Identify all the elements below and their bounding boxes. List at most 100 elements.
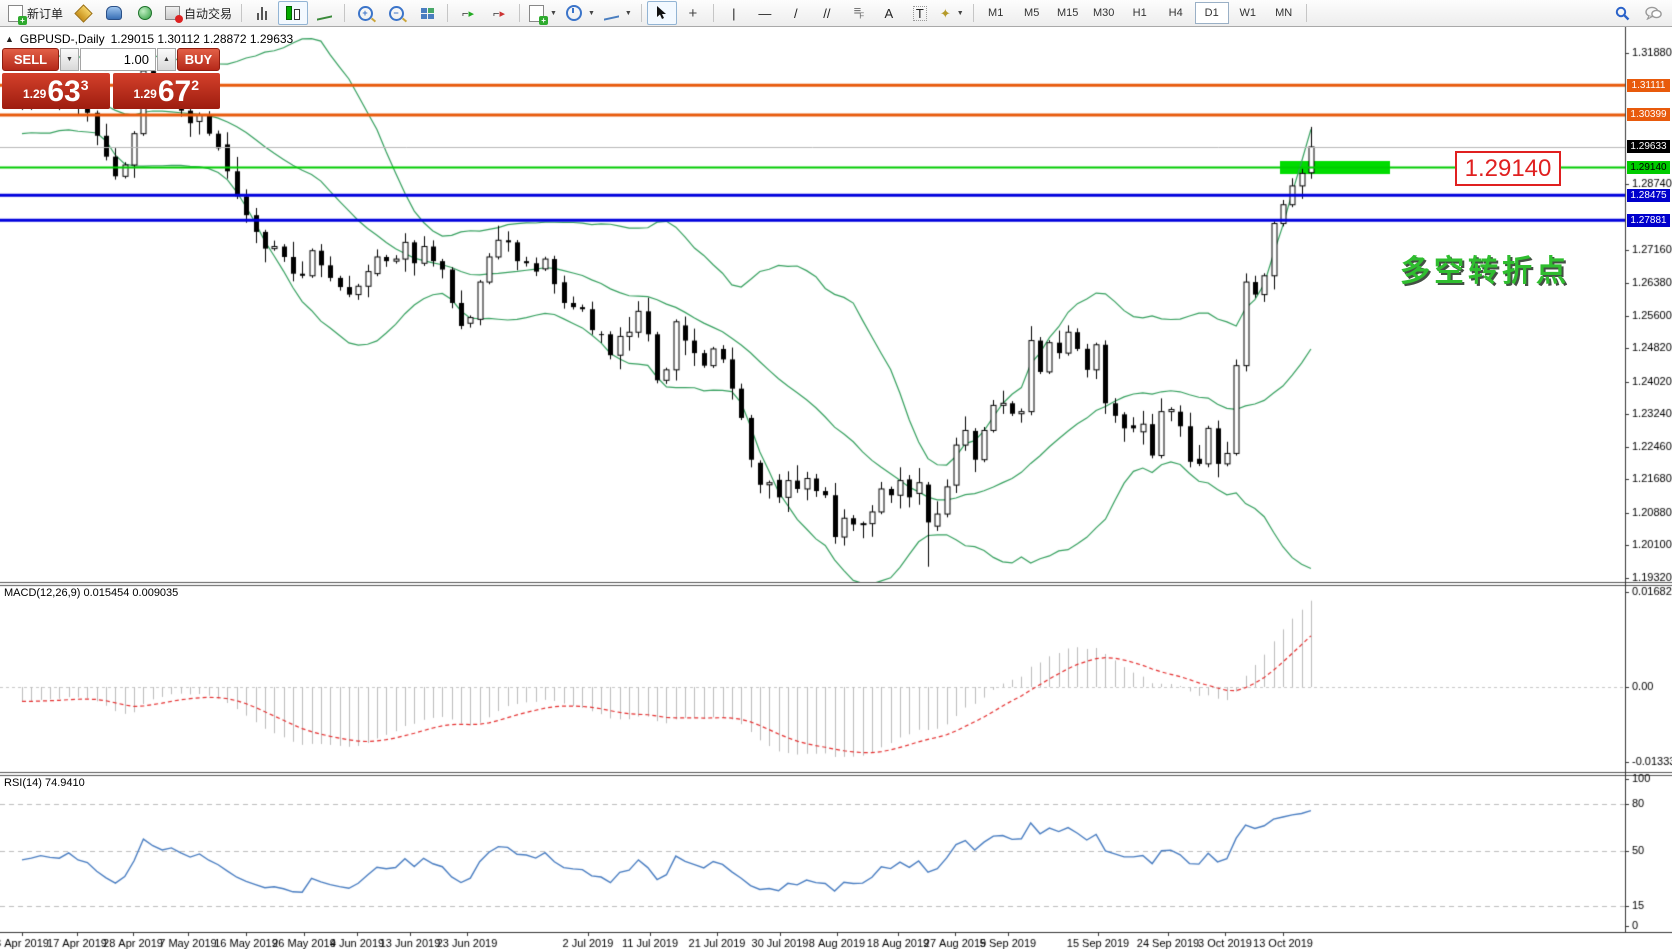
timeframe-m5[interactable]: M5: [1015, 2, 1049, 24]
signals-icon: [138, 6, 152, 20]
separator: [344, 4, 345, 22]
separator: [973, 4, 974, 22]
new-order-icon: +: [8, 5, 23, 22]
price-annotation-box[interactable]: 1.29140: [1455, 151, 1561, 186]
buy-price-big: 67: [158, 78, 191, 106]
ohlc-values: 1.29015 1.30112 1.28872 1.29633: [111, 32, 294, 46]
chevron-down-icon: ▼: [957, 10, 964, 17]
timeframe-m30[interactable]: M30: [1087, 2, 1121, 24]
fibonacci-icon: ≡F: [854, 4, 862, 23]
community-button[interactable]: [99, 1, 129, 25]
text-label-icon: T: [913, 6, 927, 21]
separator: [641, 4, 642, 22]
vertical-line-icon: |: [732, 7, 735, 20]
clock-icon: [566, 5, 582, 21]
chevron-down-icon: ▼: [550, 10, 557, 17]
search-button[interactable]: [1607, 1, 1637, 25]
volume-decrease-button[interactable]: ▼: [60, 48, 79, 71]
chat-button[interactable]: [1638, 1, 1668, 25]
signals-button[interactable]: [130, 1, 160, 25]
tile-windows-icon: [421, 8, 434, 19]
auto-scroll-button[interactable]: ⌐▸: [453, 1, 483, 25]
text-button[interactable]: A: [874, 1, 904, 25]
indicators-icon: +: [529, 5, 544, 22]
trendline-button[interactable]: /: [781, 1, 811, 25]
zoom-out-button[interactable]: −: [381, 1, 411, 25]
volume-input[interactable]: 1.00: [80, 48, 156, 71]
crosshair-button[interactable]: +: [678, 1, 708, 25]
zoom-in-icon: +: [358, 6, 373, 21]
indicators-button[interactable]: + ▼: [525, 1, 561, 25]
timeframe-m15[interactable]: M15: [1051, 2, 1085, 24]
separator: [519, 4, 520, 22]
bar-chart-icon: [257, 7, 267, 20]
symbol-period-label: GBPUSD-,Daily: [20, 32, 105, 46]
sell-price-box[interactable]: 1.29 63 3: [2, 73, 110, 109]
vertical-line-button[interactable]: |: [719, 1, 749, 25]
toolbar: + 新订单 自动交易 + − ⌐▸ ⌐▸ + ▼ ▼: [0, 0, 1672, 27]
arrows-button[interactable]: ✦ ▼: [936, 1, 968, 25]
autotrading-button[interactable]: 自动交易: [161, 1, 236, 25]
bar-chart-button[interactable]: [247, 1, 277, 25]
chart-canvas[interactable]: [0, 27, 1672, 949]
community-icon: [106, 6, 122, 20]
separator: [447, 4, 448, 22]
chart-title: ▲ GBPUSD-,Daily 1.29015 1.30112 1.28872 …: [5, 32, 293, 46]
tile-windows-button[interactable]: [412, 1, 442, 25]
timeframe-h4[interactable]: H4: [1159, 2, 1193, 24]
channel-button[interactable]: //: [812, 1, 842, 25]
axis-price-label: 1.29140: [1627, 161, 1670, 174]
separator: [241, 4, 242, 22]
sell-price-sup: 3: [81, 77, 89, 93]
templates-button[interactable]: ▼: [600, 1, 636, 25]
arrows-icon: ✦: [940, 7, 951, 20]
periods-button[interactable]: ▼: [562, 1, 599, 25]
pivot-annotation-text[interactable]: 多空转折点: [1400, 246, 1570, 290]
channel-icon: //: [823, 7, 830, 20]
buy-price-box[interactable]: 1.29 67 2: [113, 73, 221, 109]
sell-button[interactable]: SELL: [2, 48, 59, 71]
chart-shift-icon: ⌐▸: [493, 7, 505, 20]
one-click-trading-panel: SELL ▼ 1.00 ▲ BUY 1.29 63 3 1.29 67 2: [2, 48, 220, 109]
autotrading-label: 自动交易: [184, 5, 232, 22]
volume-increase-button[interactable]: ▲: [157, 48, 176, 71]
text-label-button[interactable]: T: [905, 1, 935, 25]
chevron-down-icon: ▼: [625, 10, 632, 17]
zoom-in-button[interactable]: +: [350, 1, 380, 25]
horizontal-line-icon: —: [758, 7, 771, 20]
search-icon: [1615, 6, 1630, 21]
macd-indicator-label: MACD(12,26,9) 0.015454 0.009035: [4, 587, 178, 599]
metaeditor-button[interactable]: [68, 1, 98, 25]
fibonacci-button[interactable]: ≡F: [843, 1, 873, 25]
chart-shift-button[interactable]: ⌐▸: [484, 1, 514, 25]
chat-icon: [1645, 6, 1662, 20]
zoom-out-icon: −: [389, 6, 404, 21]
buy-price-small: 1.29: [133, 87, 156, 101]
collapse-icon[interactable]: ▲: [5, 34, 14, 44]
rsi-indicator-label: RSI(14) 74.9410: [4, 777, 85, 789]
timeframe-d1[interactable]: D1: [1195, 2, 1229, 24]
auto-scroll-icon: ⌐▸: [462, 7, 474, 20]
candlestick-chart-button[interactable]: [278, 1, 308, 25]
timeframe-group: M1M5M15M30H1H4D1W1MN: [979, 2, 1301, 24]
horizontal-line-button[interactable]: —: [750, 1, 780, 25]
separator: [1306, 4, 1307, 22]
timeframe-m1[interactable]: M1: [979, 2, 1013, 24]
timeframe-w1[interactable]: W1: [1231, 2, 1265, 24]
line-chart-icon: [317, 5, 332, 20]
chart-area: ▲ GBPUSD-,Daily 1.29015 1.30112 1.28872 …: [0, 27, 1672, 949]
line-chart-button[interactable]: [309, 1, 339, 25]
metaeditor-icon: [74, 4, 92, 22]
cursor-button[interactable]: [647, 1, 677, 25]
sell-price-big: 63: [47, 78, 80, 106]
buy-button[interactable]: BUY: [177, 48, 220, 71]
axis-price-label: 1.30399: [1627, 108, 1670, 121]
text-icon: A: [885, 7, 894, 20]
candlestick-chart-icon: [286, 6, 300, 20]
timeframe-h1[interactable]: H1: [1123, 2, 1157, 24]
crosshair-icon: +: [688, 7, 697, 20]
new-order-button[interactable]: + 新订单: [4, 1, 67, 25]
sell-price-small: 1.29: [23, 87, 46, 101]
timeframe-mn[interactable]: MN: [1267, 2, 1301, 24]
trendline-icon: /: [794, 7, 798, 20]
